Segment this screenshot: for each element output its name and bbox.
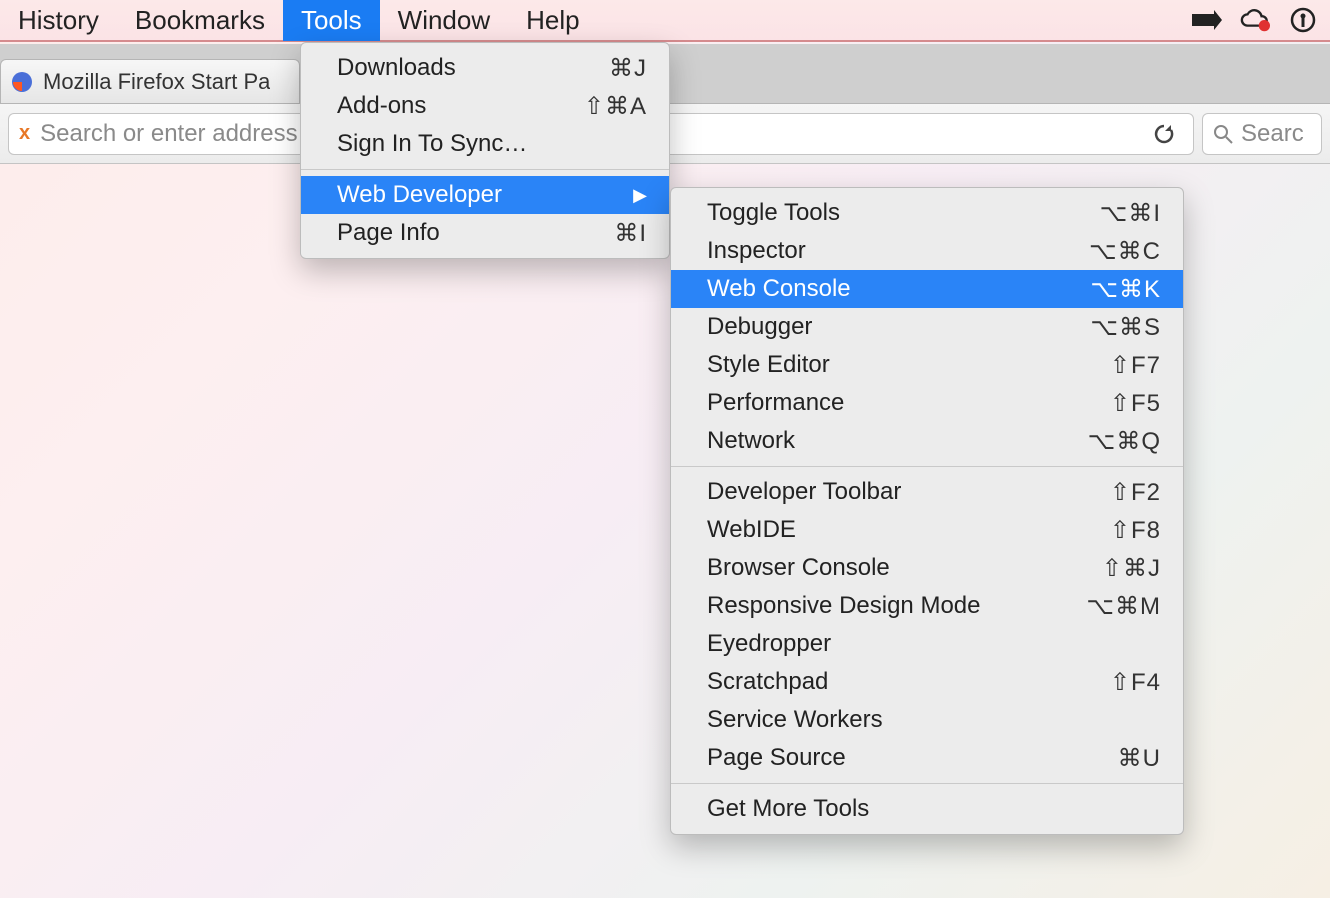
- menu-item-label: Web Developer: [337, 181, 625, 209]
- browser-tab[interactable]: Mozilla Firefox Start Pa: [0, 59, 300, 103]
- menu-item-debugger[interactable]: Debugger ⌥⌘S: [671, 308, 1183, 346]
- menu-item-shortcut: ⌥⌘M: [1086, 592, 1161, 621]
- submenu-arrow-icon: ▶: [633, 185, 647, 206]
- web-developer-dropdown: Toggle Tools ⌥⌘I Inspector ⌥⌘C Web Conso…: [670, 187, 1184, 835]
- menu-label: Help: [526, 5, 579, 35]
- menu-window[interactable]: Window: [380, 0, 508, 41]
- menu-item-network[interactable]: Network ⌥⌘Q: [671, 422, 1183, 460]
- menu-item-shortcut: ⇧F7: [1110, 351, 1161, 380]
- menu-item-label: Debugger: [707, 313, 1090, 341]
- menu-item-shortcut: ⌥⌘I: [1100, 199, 1161, 228]
- menu-item-label: Eyedropper: [707, 630, 1161, 658]
- menu-item-toggle-tools[interactable]: Toggle Tools ⌥⌘I: [671, 194, 1183, 232]
- search-icon: [1213, 124, 1233, 144]
- menu-item-browser-console[interactable]: Browser Console ⇧⌘J: [671, 549, 1183, 587]
- menu-item-addons[interactable]: Add-ons ⇧⌘A: [301, 87, 669, 125]
- menu-item-service-workers[interactable]: Service Workers: [671, 701, 1183, 739]
- menu-item-label: Page Source: [707, 744, 1118, 772]
- password-manager-icon[interactable]: [1288, 5, 1318, 35]
- menu-item-label: Network: [707, 427, 1088, 455]
- menu-item-label: Sign In To Sync…: [337, 130, 647, 158]
- urlbar-prefix-icon: x: [19, 122, 30, 145]
- menu-item-web-developer[interactable]: Web Developer ▶: [301, 176, 669, 214]
- menu-item-label: Scratchpad: [707, 668, 1110, 696]
- menu-item-shortcut: ⇧F8: [1110, 516, 1161, 545]
- menu-item-downloads[interactable]: Downloads ⌘J: [301, 49, 669, 87]
- menu-label: Window: [398, 5, 490, 35]
- urlbar-placeholder: Search or enter address: [40, 120, 297, 148]
- menu-item-label: Developer Toolbar: [707, 478, 1110, 506]
- menu-item-page-info[interactable]: Page Info ⌘I: [301, 214, 669, 252]
- menu-bookmarks[interactable]: Bookmarks: [117, 0, 283, 41]
- search-bar[interactable]: Searc: [1202, 113, 1322, 155]
- menu-item-eyedropper[interactable]: Eyedropper: [671, 625, 1183, 663]
- tools-dropdown: Downloads ⌘J Add-ons ⇧⌘A Sign In To Sync…: [300, 42, 670, 259]
- arrow-extension-icon[interactable]: [1192, 5, 1222, 35]
- menu-item-shortcut: ⇧F4: [1110, 668, 1161, 697]
- menu-item-label: Page Info: [337, 219, 614, 247]
- menubar: History Bookmarks Tools Window Help: [0, 0, 1330, 42]
- menu-separator: [671, 466, 1183, 467]
- menu-item-label: Web Console: [707, 275, 1090, 303]
- menu-history[interactable]: History: [0, 0, 117, 41]
- cloud-status-icon[interactable]: [1240, 5, 1270, 35]
- menu-item-shortcut: ⇧F2: [1110, 478, 1161, 507]
- menu-item-get-more-tools[interactable]: Get More Tools: [671, 790, 1183, 828]
- menu-item-shortcut: ⌘J: [609, 54, 647, 83]
- menu-item-label: Performance: [707, 389, 1110, 417]
- menu-tools[interactable]: Tools: [283, 0, 380, 41]
- menu-item-scratchpad[interactable]: Scratchpad ⇧F4: [671, 663, 1183, 701]
- menu-item-web-console[interactable]: Web Console ⌥⌘K: [671, 270, 1183, 308]
- menu-item-label: Get More Tools: [707, 795, 1161, 823]
- menu-item-shortcut: ⇧⌘J: [1102, 554, 1161, 583]
- tab-title: Mozilla Firefox Start Pa: [43, 69, 270, 95]
- menu-label: Bookmarks: [135, 5, 265, 35]
- reload-button[interactable]: [1153, 123, 1183, 145]
- menu-item-sign-in-sync[interactable]: Sign In To Sync…: [301, 125, 669, 163]
- menu-item-shortcut: ⇧⌘A: [584, 92, 647, 121]
- menubar-right-icons: [1192, 5, 1330, 35]
- menu-item-performance[interactable]: Performance ⇧F5: [671, 384, 1183, 422]
- menu-label: Tools: [301, 5, 362, 35]
- menu-item-label: WebIDE: [707, 516, 1110, 544]
- searchbar-placeholder: Searc: [1241, 120, 1304, 148]
- menu-help[interactable]: Help: [508, 0, 597, 41]
- menu-item-page-source[interactable]: Page Source ⌘U: [671, 739, 1183, 777]
- menu-item-label: Service Workers: [707, 706, 1161, 734]
- menu-separator: [301, 169, 669, 170]
- menu-item-shortcut: ⌥⌘C: [1089, 237, 1161, 266]
- menu-item-label: Responsive Design Mode: [707, 592, 1086, 620]
- menu-item-webide[interactable]: WebIDE ⇧F8: [671, 511, 1183, 549]
- menu-item-inspector[interactable]: Inspector ⌥⌘C: [671, 232, 1183, 270]
- menu-item-label: Style Editor: [707, 351, 1110, 379]
- firefox-favicon-icon: [11, 71, 33, 93]
- menu-item-label: Add-ons: [337, 92, 584, 120]
- menu-item-shortcut: ⌥⌘Q: [1088, 427, 1161, 456]
- menu-item-label: Browser Console: [707, 554, 1102, 582]
- menu-item-shortcut: ⌥⌘K: [1090, 275, 1161, 304]
- menu-item-developer-toolbar[interactable]: Developer Toolbar ⇧F2: [671, 473, 1183, 511]
- menu-item-label: Toggle Tools: [707, 199, 1100, 227]
- menu-item-shortcut: ⇧F5: [1110, 389, 1161, 418]
- menu-item-style-editor[interactable]: Style Editor ⇧F7: [671, 346, 1183, 384]
- menu-item-shortcut: ⌥⌘S: [1090, 313, 1161, 342]
- menu-item-shortcut: ⌘I: [614, 219, 647, 248]
- menu-item-label: Inspector: [707, 237, 1089, 265]
- menu-item-shortcut: ⌘U: [1118, 744, 1161, 773]
- menu-label: History: [18, 5, 99, 35]
- menu-separator: [671, 783, 1183, 784]
- menu-item-label: Downloads: [337, 54, 609, 82]
- menu-item-responsive-design-mode[interactable]: Responsive Design Mode ⌥⌘M: [671, 587, 1183, 625]
